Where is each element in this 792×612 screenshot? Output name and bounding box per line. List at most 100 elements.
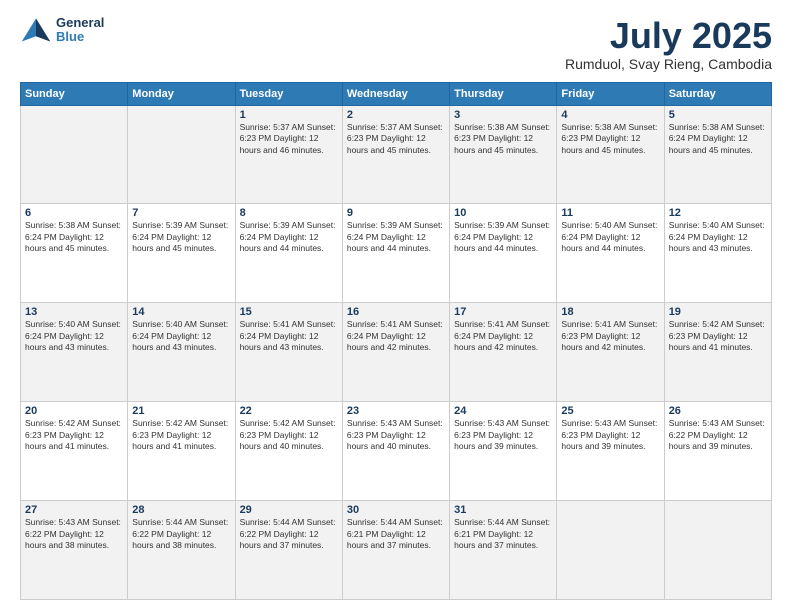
- table-row: 3Sunrise: 5:38 AM Sunset: 6:23 PM Daylig…: [450, 105, 557, 204]
- day-detail: Sunrise: 5:43 AM Sunset: 6:23 PM Dayligh…: [454, 418, 552, 452]
- table-row: 21Sunrise: 5:42 AM Sunset: 6:23 PM Dayli…: [128, 402, 235, 501]
- page: General Blue July 2025 Rumduol, Svay Rie…: [0, 0, 792, 612]
- day-detail: Sunrise: 5:37 AM Sunset: 6:23 PM Dayligh…: [240, 122, 338, 156]
- day-number: 12: [669, 207, 767, 219]
- day-detail: Sunrise: 5:37 AM Sunset: 6:23 PM Dayligh…: [347, 122, 445, 156]
- day-number: 1: [240, 109, 338, 121]
- day-number: 13: [25, 306, 123, 318]
- col-wednesday: Wednesday: [342, 82, 449, 105]
- day-number: 2: [347, 109, 445, 121]
- day-number: 25: [561, 405, 659, 417]
- day-number: 31: [454, 504, 552, 516]
- table-row: [664, 501, 771, 600]
- table-row: 28Sunrise: 5:44 AM Sunset: 6:22 PM Dayli…: [128, 501, 235, 600]
- table-row: 20Sunrise: 5:42 AM Sunset: 6:23 PM Dayli…: [21, 402, 128, 501]
- table-row: [128, 105, 235, 204]
- day-number: 7: [132, 207, 230, 219]
- title-area: July 2025 Rumduol, Svay Rieng, Cambodia: [565, 16, 772, 72]
- day-number: 21: [132, 405, 230, 417]
- table-row: 12Sunrise: 5:40 AM Sunset: 6:24 PM Dayli…: [664, 204, 771, 303]
- day-number: 14: [132, 306, 230, 318]
- day-number: 28: [132, 504, 230, 516]
- table-row: 15Sunrise: 5:41 AM Sunset: 6:24 PM Dayli…: [235, 303, 342, 402]
- day-detail: Sunrise: 5:38 AM Sunset: 6:24 PM Dayligh…: [669, 122, 767, 156]
- table-row: 23Sunrise: 5:43 AM Sunset: 6:23 PM Dayli…: [342, 402, 449, 501]
- table-row: 19Sunrise: 5:42 AM Sunset: 6:23 PM Dayli…: [664, 303, 771, 402]
- day-number: 23: [347, 405, 445, 417]
- day-number: 30: [347, 504, 445, 516]
- table-row: 22Sunrise: 5:42 AM Sunset: 6:23 PM Dayli…: [235, 402, 342, 501]
- col-saturday: Saturday: [664, 82, 771, 105]
- calendar-week-row: 13Sunrise: 5:40 AM Sunset: 6:24 PM Dayli…: [21, 303, 772, 402]
- table-row: 25Sunrise: 5:43 AM Sunset: 6:23 PM Dayli…: [557, 402, 664, 501]
- day-number: 22: [240, 405, 338, 417]
- logo-line2: Blue: [56, 30, 104, 44]
- day-detail: Sunrise: 5:42 AM Sunset: 6:23 PM Dayligh…: [669, 319, 767, 353]
- col-sunday: Sunday: [21, 82, 128, 105]
- table-row: 17Sunrise: 5:41 AM Sunset: 6:24 PM Dayli…: [450, 303, 557, 402]
- calendar-header-row: Sunday Monday Tuesday Wednesday Thursday…: [21, 82, 772, 105]
- day-number: 11: [561, 207, 659, 219]
- table-row: 13Sunrise: 5:40 AM Sunset: 6:24 PM Dayli…: [21, 303, 128, 402]
- day-detail: Sunrise: 5:38 AM Sunset: 6:23 PM Dayligh…: [454, 122, 552, 156]
- day-number: 15: [240, 306, 338, 318]
- day-detail: Sunrise: 5:42 AM Sunset: 6:23 PM Dayligh…: [132, 418, 230, 452]
- table-row: 10Sunrise: 5:39 AM Sunset: 6:24 PM Dayli…: [450, 204, 557, 303]
- day-number: 10: [454, 207, 552, 219]
- day-detail: Sunrise: 5:44 AM Sunset: 6:21 PM Dayligh…: [454, 517, 552, 551]
- table-row: [21, 105, 128, 204]
- logo-line1: General: [56, 16, 104, 30]
- col-thursday: Thursday: [450, 82, 557, 105]
- day-detail: Sunrise: 5:39 AM Sunset: 6:24 PM Dayligh…: [132, 220, 230, 254]
- table-row: 11Sunrise: 5:40 AM Sunset: 6:24 PM Dayli…: [557, 204, 664, 303]
- day-detail: Sunrise: 5:38 AM Sunset: 6:24 PM Dayligh…: [25, 220, 123, 254]
- table-row: 1Sunrise: 5:37 AM Sunset: 6:23 PM Daylig…: [235, 105, 342, 204]
- day-detail: Sunrise: 5:40 AM Sunset: 6:24 PM Dayligh…: [25, 319, 123, 353]
- table-row: 4Sunrise: 5:38 AM Sunset: 6:23 PM Daylig…: [557, 105, 664, 204]
- day-number: 18: [561, 306, 659, 318]
- table-row: 16Sunrise: 5:41 AM Sunset: 6:24 PM Dayli…: [342, 303, 449, 402]
- table-row: 24Sunrise: 5:43 AM Sunset: 6:23 PM Dayli…: [450, 402, 557, 501]
- logo-icon: [20, 16, 52, 44]
- table-row: 14Sunrise: 5:40 AM Sunset: 6:24 PM Dayli…: [128, 303, 235, 402]
- day-detail: Sunrise: 5:44 AM Sunset: 6:22 PM Dayligh…: [240, 517, 338, 551]
- table-row: 29Sunrise: 5:44 AM Sunset: 6:22 PM Dayli…: [235, 501, 342, 600]
- day-detail: Sunrise: 5:43 AM Sunset: 6:23 PM Dayligh…: [561, 418, 659, 452]
- table-row: 27Sunrise: 5:43 AM Sunset: 6:22 PM Dayli…: [21, 501, 128, 600]
- day-number: 3: [454, 109, 552, 121]
- day-detail: Sunrise: 5:41 AM Sunset: 6:23 PM Dayligh…: [561, 319, 659, 353]
- logo: General Blue: [20, 16, 104, 45]
- calendar-week-row: 1Sunrise: 5:37 AM Sunset: 6:23 PM Daylig…: [21, 105, 772, 204]
- day-detail: Sunrise: 5:43 AM Sunset: 6:22 PM Dayligh…: [25, 517, 123, 551]
- day-number: 8: [240, 207, 338, 219]
- table-row: 9Sunrise: 5:39 AM Sunset: 6:24 PM Daylig…: [342, 204, 449, 303]
- day-detail: Sunrise: 5:42 AM Sunset: 6:23 PM Dayligh…: [25, 418, 123, 452]
- calendar-week-row: 6Sunrise: 5:38 AM Sunset: 6:24 PM Daylig…: [21, 204, 772, 303]
- day-number: 29: [240, 504, 338, 516]
- col-monday: Monday: [128, 82, 235, 105]
- day-number: 16: [347, 306, 445, 318]
- day-number: 17: [454, 306, 552, 318]
- day-detail: Sunrise: 5:41 AM Sunset: 6:24 PM Dayligh…: [240, 319, 338, 353]
- day-number: 5: [669, 109, 767, 121]
- table-row: 18Sunrise: 5:41 AM Sunset: 6:23 PM Dayli…: [557, 303, 664, 402]
- day-detail: Sunrise: 5:41 AM Sunset: 6:24 PM Dayligh…: [454, 319, 552, 353]
- day-detail: Sunrise: 5:41 AM Sunset: 6:24 PM Dayligh…: [347, 319, 445, 353]
- day-number: 26: [669, 405, 767, 417]
- table-row: 8Sunrise: 5:39 AM Sunset: 6:24 PM Daylig…: [235, 204, 342, 303]
- day-number: 19: [669, 306, 767, 318]
- main-title: July 2025: [565, 16, 772, 56]
- col-friday: Friday: [557, 82, 664, 105]
- day-detail: Sunrise: 5:40 AM Sunset: 6:24 PM Dayligh…: [132, 319, 230, 353]
- calendar-table: Sunday Monday Tuesday Wednesday Thursday…: [20, 82, 772, 600]
- calendar-week-row: 27Sunrise: 5:43 AM Sunset: 6:22 PM Dayli…: [21, 501, 772, 600]
- day-detail: Sunrise: 5:40 AM Sunset: 6:24 PM Dayligh…: [669, 220, 767, 254]
- day-detail: Sunrise: 5:42 AM Sunset: 6:23 PM Dayligh…: [240, 418, 338, 452]
- day-number: 4: [561, 109, 659, 121]
- table-row: 5Sunrise: 5:38 AM Sunset: 6:24 PM Daylig…: [664, 105, 771, 204]
- header: General Blue July 2025 Rumduol, Svay Rie…: [20, 16, 772, 72]
- day-detail: Sunrise: 5:38 AM Sunset: 6:23 PM Dayligh…: [561, 122, 659, 156]
- table-row: 26Sunrise: 5:43 AM Sunset: 6:22 PM Dayli…: [664, 402, 771, 501]
- day-number: 6: [25, 207, 123, 219]
- day-detail: Sunrise: 5:39 AM Sunset: 6:24 PM Dayligh…: [454, 220, 552, 254]
